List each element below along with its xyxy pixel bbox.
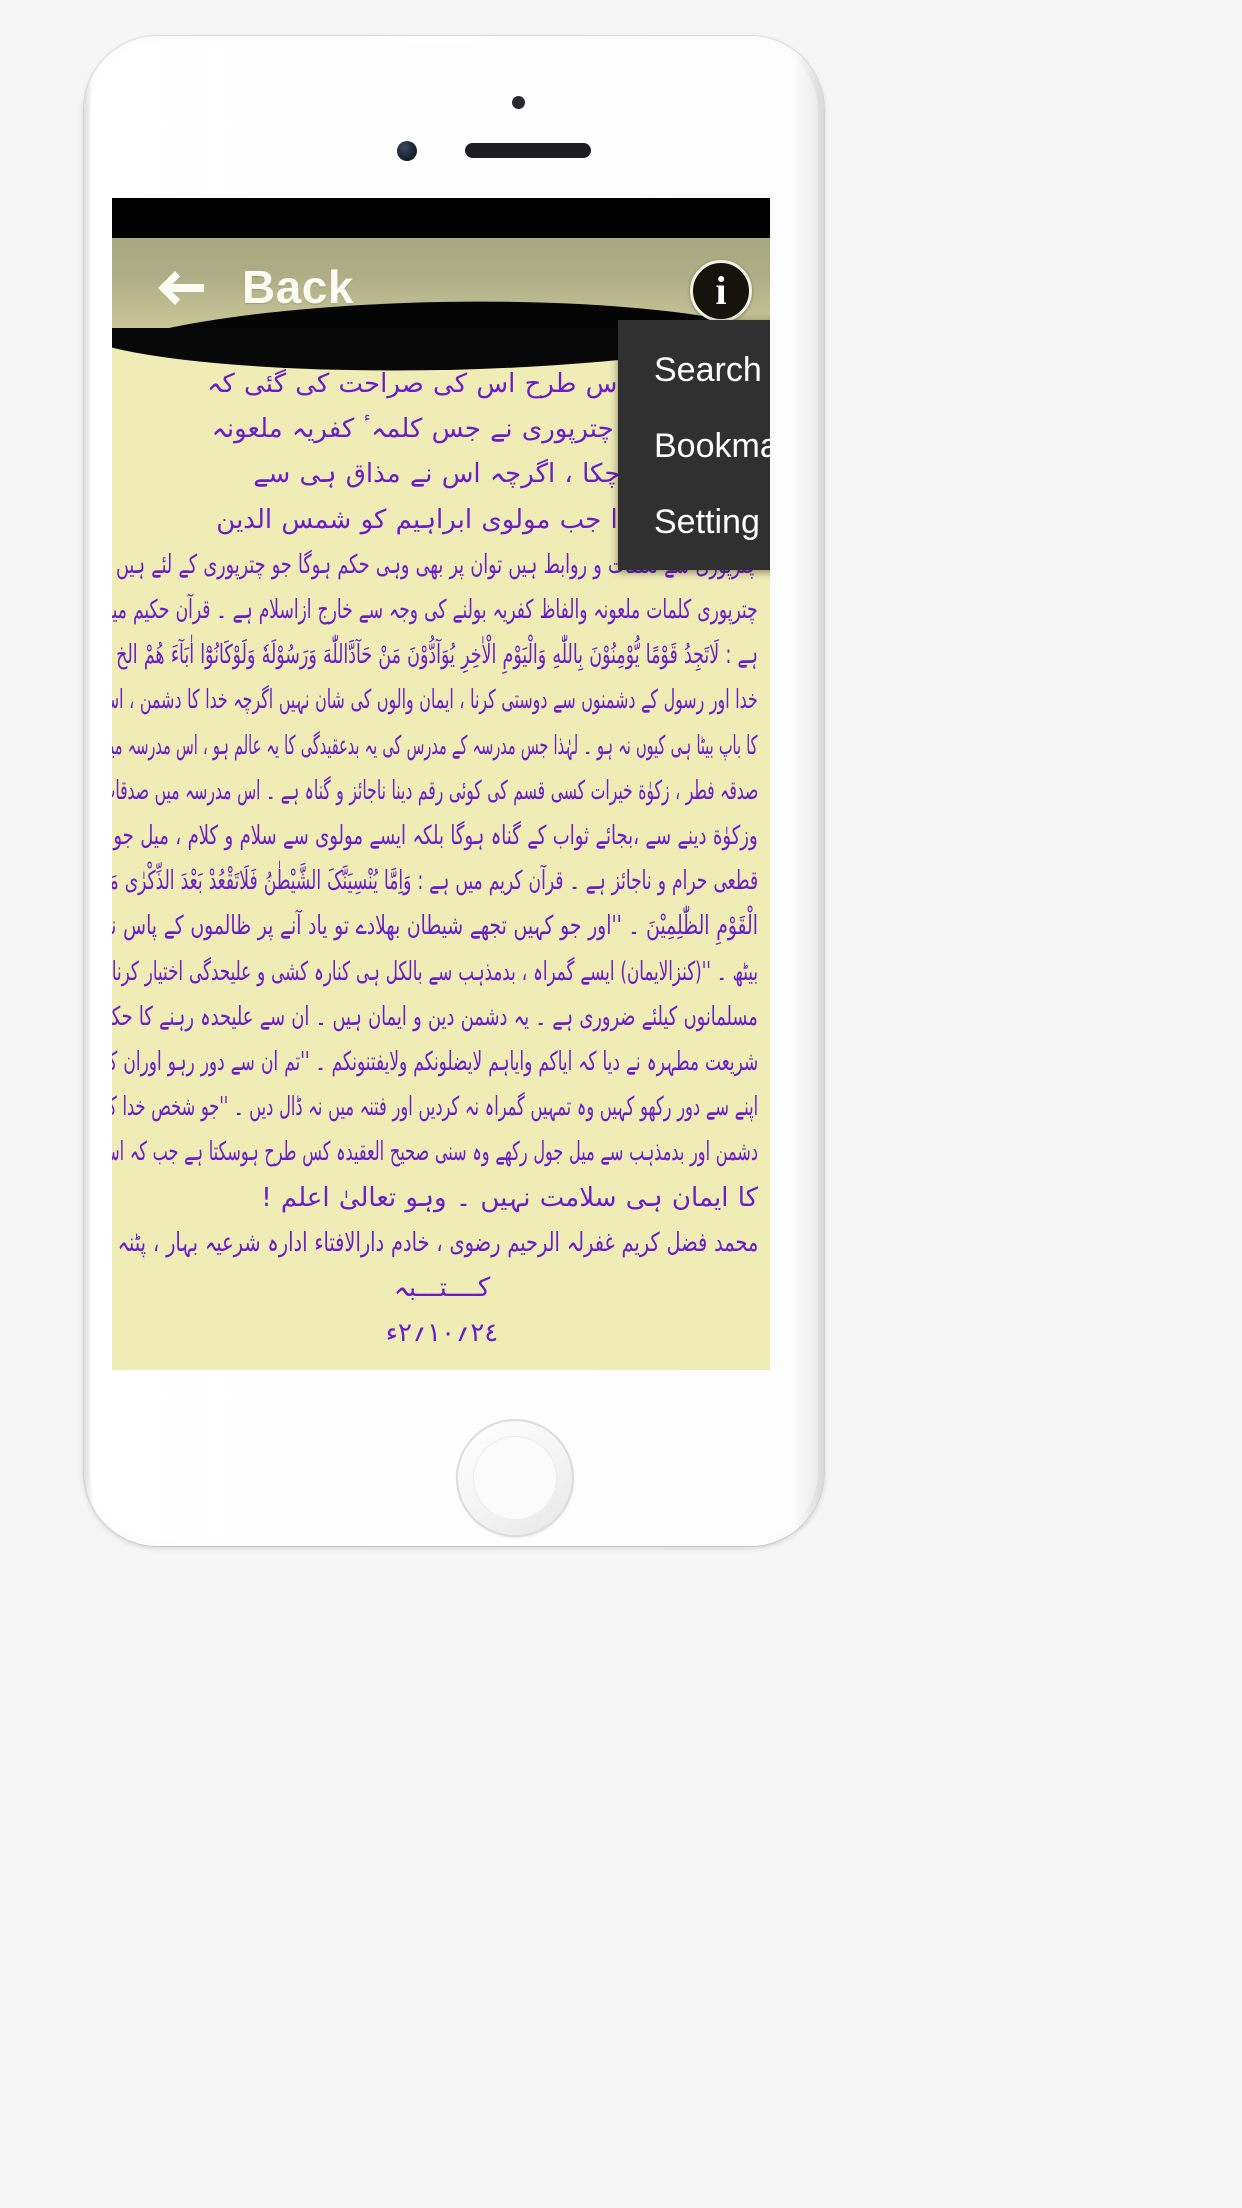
front-camera-icon [397, 141, 417, 161]
device-screen: Back i خرشفا میں اس طرح اس کی صراحت کی گ… [112, 198, 770, 1370]
arrow-left-icon[interactable] [154, 266, 208, 310]
urdu-line: اپنے سے دور رکھو کہیں وہ تمہیں گمراہ نہ … [112, 1092, 758, 1123]
urdu-line: چترپوری کلمات ملعونہ والفاظ کفریہ بولنے … [112, 595, 758, 626]
urdu-line: کا باپ بیٹا ہی کیوں نہ ہو ۔ لہٰذا جس مدر… [112, 730, 758, 761]
overflow-menu[interactable]: Search Bookmark Setting [618, 320, 770, 570]
urdu-line: دشمن اور بدمذہب سے میل جول رکھے وہ سنی ص… [112, 1137, 758, 1168]
info-icon[interactable]: i [690, 260, 752, 322]
menu-item-setting[interactable]: Setting [654, 502, 760, 542]
urdu-line: کا ایمان ہی سلامت نہیں ۔ وہو تعالیٰ اعلم… [261, 1182, 758, 1213]
home-button[interactable] [456, 1419, 574, 1537]
urdu-line: قطعی حرام و ناجائز ہے ۔ قرآن کریم میں ہے… [112, 866, 758, 897]
urdu-line: بیٹھ ۔ ''(کنزالایمان) ایسے گمراہ ، بدمذہ… [112, 956, 758, 987]
urdu-signature-line: ٢٤؍١٠؍٢ء [385, 1318, 499, 1349]
menu-item-search[interactable]: Search [654, 350, 762, 390]
urdu-line: خدا اور رسول کے دشمنوں سے دوستی کرنا ، ا… [112, 685, 758, 716]
urdu-signature-line: کــــتـــبہ [393, 1273, 491, 1304]
urdu-line: مسلمانوں کیلئے ضروری ہے ۔ یہ دشمن دین و … [112, 1001, 758, 1032]
urdu-line: ہے : لَاتَجِدُ قَوْمًا یُّوْمِنُوْنَ بِا… [112, 640, 758, 671]
urdu-line: وزکوٰة دینے سے ،بجائے ثواب کے گناہ ہوگا … [112, 821, 758, 852]
urdu-line: شریعت مطہرہ نے دیا کہ ایاکم وایاہم لایضل… [112, 1047, 758, 1078]
screenshot-stage: Back i خرشفا میں اس طرح اس کی صراحت کی گ… [0, 0, 1242, 2208]
urdu-line: الْقَوْمِ الظّٰلِمِیْنَ ۔ ''اور جو کہیں … [112, 911, 758, 942]
urdu-signature-line: محمد فضل کریم غفرلہ الرحیم رضوی ، خادم د… [112, 1227, 758, 1258]
menu-item-bookmark[interactable]: Bookmark [654, 426, 770, 466]
earpiece-speaker-icon [465, 143, 591, 158]
proximity-sensor-icon [512, 96, 525, 109]
back-button-label[interactable]: Back [242, 258, 354, 316]
status-bar [112, 198, 770, 238]
urdu-line: صدقہ فطر ، زکوٰة خیرات کسی قسم کی کوئی ر… [112, 775, 758, 806]
